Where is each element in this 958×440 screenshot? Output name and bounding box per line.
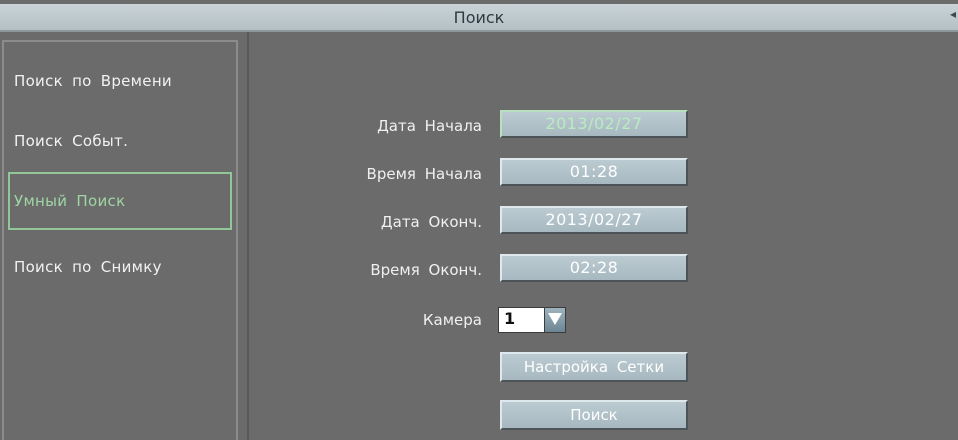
search-button[interactable]: Поиск: [500, 400, 688, 430]
start-time-label: Время Начала: [366, 165, 482, 183]
camera-select[interactable]: 1: [498, 307, 566, 333]
end-time-field[interactable]: 02:28: [500, 254, 688, 282]
end-date-field[interactable]: 2013/02/27: [500, 206, 688, 234]
dropdown-button[interactable]: [544, 308, 565, 332]
start-date-field[interactable]: 2013/02/27: [500, 110, 688, 138]
start-date-label: Дата Начала: [377, 117, 482, 135]
camera-value: 1: [504, 309, 516, 328]
search-mode-menu: Поиск по Времени Поиск Событ. Умный Поис…: [2, 40, 238, 440]
end-date-label: Дата Оконч.: [380, 213, 482, 231]
grid-setup-button[interactable]: Настройка Сетки: [500, 352, 688, 382]
start-time-field[interactable]: 01:28: [500, 158, 688, 186]
chevron-down-icon: [548, 313, 562, 325]
camera-label: Камера: [422, 311, 482, 329]
back-arrow-icon[interactable]: ◂: [950, 7, 956, 21]
menu-item-snapshot-search[interactable]: Поиск по Снимку: [8, 238, 232, 296]
menu-item-time-search[interactable]: Поиск по Времени: [8, 52, 232, 110]
title-bar: Поиск ◂: [0, 4, 958, 32]
search-window: Поиск ◂ Поиск по Времени Поиск Событ. Ум…: [0, 0, 958, 440]
window-title: Поиск: [453, 8, 505, 27]
panel-divider: [247, 32, 249, 440]
menu-item-event-search[interactable]: Поиск Событ.: [8, 112, 232, 170]
menu-item-smart-search[interactable]: Умный Поиск: [8, 172, 232, 230]
end-time-label: Время Оконч.: [370, 261, 482, 279]
